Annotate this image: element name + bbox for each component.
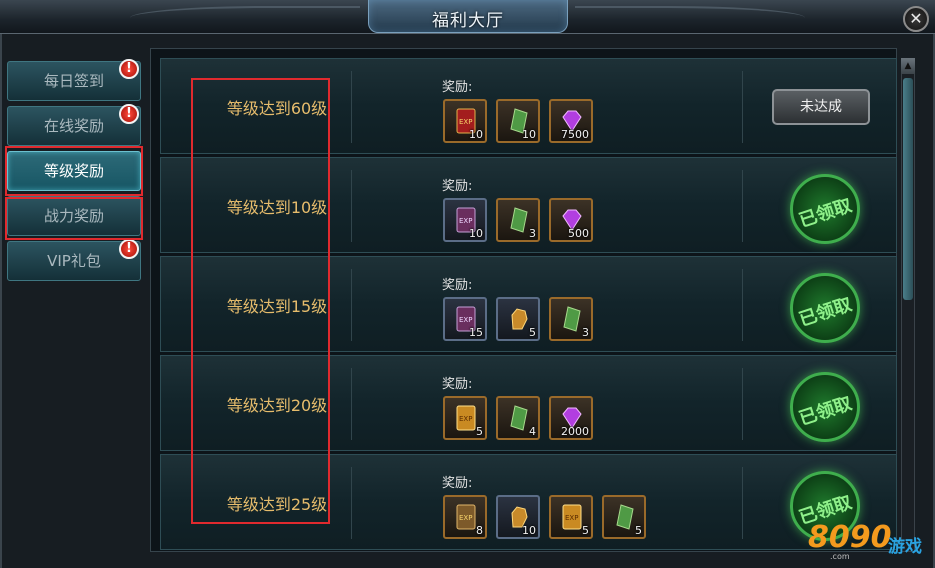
claimed-stamp: 已领取 [790, 174, 860, 244]
watermark-domain: .com [830, 552, 850, 561]
gold-gauntlet-icon [511, 308, 528, 330]
item-count: 10 [522, 524, 536, 537]
not-achieved-button[interactable]: 未达成 [772, 89, 870, 125]
row-divider [742, 368, 743, 440]
reward-item[interactable]: 10 [496, 495, 540, 539]
reward-label: 奖励: [442, 476, 473, 491]
alert-badge-icon: ! [119, 239, 139, 259]
close-button[interactable]: ✕ [903, 6, 929, 32]
reward-label: 奖励: [442, 278, 473, 293]
claimed-label: 已领取 [796, 195, 855, 232]
row-divider [742, 467, 743, 539]
reward-item[interactable]: 5 [496, 297, 540, 341]
reward-item[interactable]: 10 [496, 99, 540, 143]
watermark-brand: 8090 [808, 520, 892, 555]
exp-card-icon: EXP [456, 405, 476, 431]
reward-item[interactable]: 500 [549, 198, 593, 242]
row-divider [742, 269, 743, 341]
window-title: 福利大厅 [432, 11, 504, 31]
green-talisman-icon [563, 306, 581, 332]
item-count: 8 [476, 524, 483, 537]
item-count: 10 [522, 128, 536, 141]
claimed-stamp: 已领取 [790, 372, 860, 442]
highlight-box-power-tab [5, 197, 143, 240]
alert-badge-icon: ! [119, 59, 139, 79]
close-icon: ✕ [909, 9, 923, 28]
svg-text:EXP: EXP [459, 514, 472, 522]
reward-item[interactable]: 3 [549, 297, 593, 341]
site-watermark: 8090 游戏 .com [808, 518, 930, 562]
reward-item[interactable]: EXP 8 [443, 495, 487, 539]
scrollbar-thumb[interactable] [903, 78, 913, 300]
item-count: 5 [476, 425, 483, 438]
reward-item[interactable]: EXP 15 [443, 297, 487, 341]
reward-item[interactable]: 2000 [549, 396, 593, 440]
watermark-text: 游戏 [888, 537, 922, 557]
green-talisman-icon [616, 504, 634, 530]
exp-card-icon: EXP [562, 504, 582, 530]
tab-label: VIP礼包 [47, 252, 101, 270]
claimed-label: 已领取 [796, 393, 855, 430]
reward-label: 奖励: [442, 377, 473, 392]
reward-item[interactable]: 4 [496, 396, 540, 440]
svg-text:EXP: EXP [459, 316, 472, 324]
item-count: 5 [635, 524, 642, 537]
highlight-box-level-column [191, 78, 330, 524]
item-count: 500 [568, 227, 589, 240]
item-count: 4 [529, 425, 536, 438]
item-count: 5 [529, 326, 536, 339]
item-count: 15 [469, 326, 483, 339]
svg-text:EXP: EXP [565, 514, 578, 522]
item-count: 7500 [561, 128, 589, 141]
reward-item[interactable]: 5 [602, 495, 646, 539]
item-count: 3 [582, 326, 589, 339]
item-count: 3 [529, 227, 536, 240]
item-count: 10 [469, 227, 483, 240]
row-divider [742, 170, 743, 242]
highlight-box-level-tab [5, 146, 143, 196]
reward-item[interactable]: EXP 10 [443, 198, 487, 242]
reward-label: 奖励: [442, 179, 473, 194]
reward-item[interactable]: 7500 [549, 99, 593, 143]
exp-card-icon: EXP [456, 504, 476, 530]
tab-label: 在线奖励 [43, 117, 104, 135]
claimed-stamp: 已领取 [790, 273, 860, 343]
svg-text:EXP: EXP [459, 118, 472, 126]
title-ornament-right [575, 6, 805, 26]
scroll-up-button[interactable]: ▲ [901, 58, 915, 74]
green-talisman-icon [510, 405, 528, 431]
reward-item[interactable]: EXP 5 [443, 396, 487, 440]
tab-label: 每日签到 [43, 72, 104, 90]
reward-item[interactable]: 3 [496, 198, 540, 242]
svg-text:EXP: EXP [459, 217, 472, 225]
title-bar: 福利大厅 ✕ [0, 0, 935, 34]
svg-text:EXP: EXP [459, 415, 472, 423]
arrow-up-icon: ▲ [904, 61, 912, 71]
item-count: 5 [582, 524, 589, 537]
item-count: 2000 [561, 425, 589, 438]
item-count: 10 [469, 128, 483, 141]
title-ornament-left [130, 6, 360, 26]
green-talisman-icon [510, 207, 528, 233]
row-divider [742, 71, 743, 143]
alert-badge-icon: ! [119, 104, 139, 124]
reward-label: 奖励: [442, 80, 473, 95]
claimed-label: 已领取 [796, 294, 855, 331]
reward-item[interactable]: EXP 5 [549, 495, 593, 539]
reward-item[interactable]: EXP 10 [443, 99, 487, 143]
